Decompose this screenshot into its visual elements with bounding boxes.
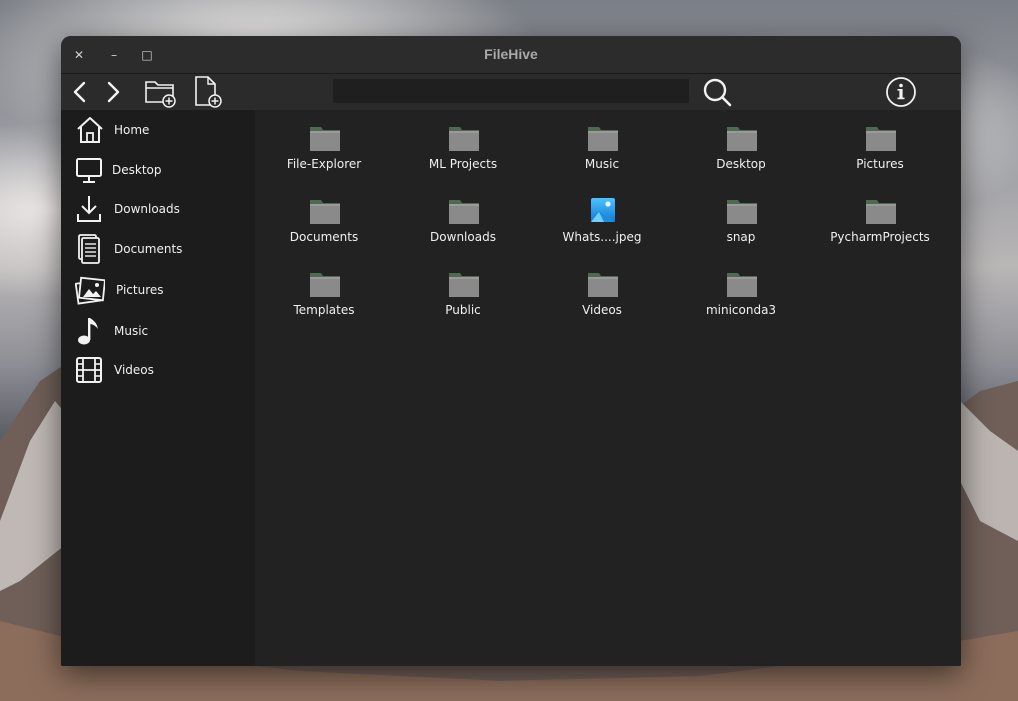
sidebar-item-label: Downloads bbox=[114, 202, 180, 216]
image-file-icon bbox=[591, 198, 615, 222]
new-file-icon[interactable] bbox=[193, 75, 225, 109]
new-folder-icon[interactable] bbox=[144, 76, 178, 108]
sidebar-item-videos[interactable]: Videos bbox=[61, 352, 255, 388]
sidebar-item-documents[interactable]: Documents bbox=[61, 231, 255, 267]
file-name: PycharmProjects bbox=[830, 230, 930, 244]
folder-icon bbox=[588, 127, 618, 151]
title-bar: ✕ – □ FileHive bbox=[61, 36, 961, 74]
file-grid: File-Explorer ML Projects Music Desktop … bbox=[255, 110, 961, 666]
sidebar-item-label: Music bbox=[114, 324, 149, 338]
file-name: Templates bbox=[293, 303, 355, 317]
film-icon bbox=[76, 357, 102, 383]
pictures-icon bbox=[75, 276, 105, 305]
file-item[interactable]: snap bbox=[681, 197, 801, 259]
file-name: Documents bbox=[289, 230, 359, 244]
sidebar-item-label: Home bbox=[114, 123, 150, 137]
file-name: Downloads bbox=[430, 230, 496, 244]
sidebar-item-label: Documents bbox=[114, 242, 183, 256]
file-item[interactable]: Documents bbox=[264, 197, 384, 259]
music-note-icon bbox=[78, 318, 98, 345]
sidebar-item-pictures[interactable]: Pictures bbox=[61, 272, 255, 308]
sidebar-item-home[interactable]: Home bbox=[61, 112, 255, 148]
folder-icon bbox=[727, 127, 757, 151]
sidebar-item-downloads[interactable]: Downloads bbox=[61, 191, 255, 227]
sidebar: Home Desktop Downloads Documents Picture… bbox=[61, 110, 255, 666]
file-name: ML Projects bbox=[428, 157, 498, 171]
info-icon[interactable] bbox=[885, 76, 917, 108]
file-name: Videos bbox=[582, 303, 622, 317]
file-name: Music bbox=[584, 157, 620, 171]
file-name: miniconda3 bbox=[705, 303, 777, 317]
file-item[interactable]: File-Explorer bbox=[264, 124, 384, 186]
folder-icon bbox=[310, 200, 340, 224]
sidebar-item-label: Videos bbox=[114, 363, 154, 377]
folder-icon bbox=[866, 127, 896, 151]
folder-icon bbox=[866, 200, 896, 224]
file-name: snap bbox=[726, 230, 756, 244]
file-name: Pictures bbox=[856, 157, 904, 171]
monitor-icon bbox=[76, 158, 102, 183]
folder-icon bbox=[310, 273, 340, 297]
folder-icon bbox=[310, 127, 340, 151]
file-item[interactable]: miniconda3 bbox=[681, 270, 801, 332]
file-manager-window: ✕ – □ FileHive Home Desktop Downloads Do… bbox=[61, 36, 961, 666]
search-icon[interactable] bbox=[702, 77, 732, 107]
file-name: Public bbox=[445, 303, 481, 317]
folder-icon bbox=[449, 273, 479, 297]
file-item[interactable]: ML Projects bbox=[403, 124, 523, 186]
window-title: FileHive bbox=[484, 46, 538, 62]
file-item[interactable]: Templates bbox=[264, 270, 384, 332]
folder-icon bbox=[727, 273, 757, 297]
file-name: File-Explorer bbox=[286, 157, 362, 171]
sidebar-item-music[interactable]: Music bbox=[61, 313, 255, 349]
file-name: Whats....jpeg bbox=[562, 230, 642, 244]
file-item[interactable]: Downloads bbox=[403, 197, 523, 259]
back-icon[interactable] bbox=[71, 80, 89, 104]
toolbar bbox=[61, 74, 961, 110]
search-input[interactable] bbox=[333, 79, 689, 103]
file-name: Desktop bbox=[716, 157, 766, 171]
folder-icon bbox=[449, 127, 479, 151]
file-item[interactable]: Desktop bbox=[681, 124, 801, 186]
file-item[interactable]: Videos bbox=[542, 270, 662, 332]
file-item[interactable]: Public bbox=[403, 270, 523, 332]
folder-icon bbox=[727, 200, 757, 224]
folder-icon bbox=[588, 273, 618, 297]
file-item[interactable]: Pictures bbox=[820, 124, 940, 186]
forward-icon[interactable] bbox=[104, 80, 122, 104]
sidebar-item-label: Desktop bbox=[112, 163, 162, 177]
home-icon bbox=[77, 117, 103, 143]
document-icon bbox=[78, 234, 100, 264]
file-item[interactable]: Music bbox=[542, 124, 662, 186]
sidebar-item-label: Pictures bbox=[116, 283, 164, 297]
download-icon bbox=[77, 196, 101, 222]
file-item[interactable]: PycharmProjects bbox=[820, 197, 940, 259]
file-item[interactable]: Whats....jpeg bbox=[542, 197, 662, 259]
folder-icon bbox=[449, 200, 479, 224]
sidebar-item-desktop[interactable]: Desktop bbox=[61, 152, 255, 188]
